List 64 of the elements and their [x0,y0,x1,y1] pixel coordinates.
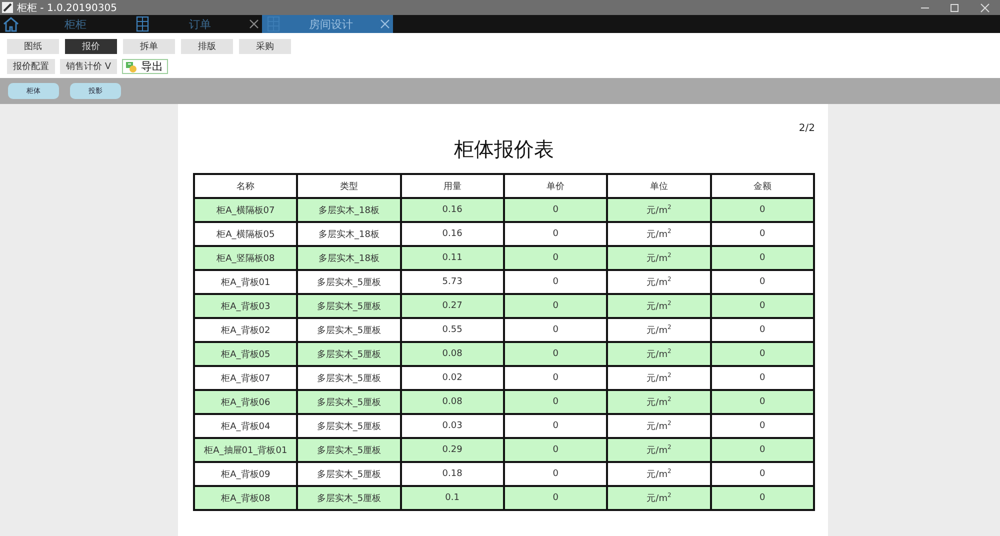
table-cell: 0 [710,294,814,318]
column-header: 用量 [400,174,504,198]
table-cell: 元/m$^{2}$ [607,342,711,366]
table-cell: 柜A_背板03 [194,294,298,318]
table-cell: 多层实木_5厘板 [297,438,401,462]
report-title: 柜体报价表 [454,136,554,163]
table-cell: 0.27 [400,294,504,318]
column-header: 单价 [504,174,608,198]
table-cell: 多层实木_5厘板 [297,486,401,510]
table-cell: 0 [504,342,608,366]
table-cell: 元/m$^{2}$ [607,246,711,270]
table-cell: 柜A_抽屉01_背板01 [194,438,298,462]
table-cell: 0 [710,198,814,222]
export-button[interactable]: 导出 [122,59,168,74]
column-header: 名称 [194,174,298,198]
window-title: 柜柜 - 1.0.20190305 [17,2,118,14]
table-cell: 多层实木_18板 [297,246,401,270]
table-cell: 0 [710,246,814,270]
table-cell: 柜A_竖隔板08 [194,246,298,270]
mode-button[interactable]: 图纸 [7,39,59,54]
table-cell: 元/m$^{2}$ [607,294,711,318]
table-cell: 柜A_背板08 [194,486,298,510]
table-cell: 0 [504,246,608,270]
page-number: 2/2 [798,123,815,134]
table-cell: 0 [710,486,814,510]
table-cell: 多层实木_5厘板 [297,342,401,366]
table-cell: 0 [710,342,814,366]
mode-button[interactable]: 采购 [239,39,291,54]
mode-button[interactable]: 报价 [65,39,117,54]
table-cell: 0 [504,438,608,462]
home-icon [2,16,20,32]
table-cell: 柜A_横隔板07 [194,198,298,222]
table-cell: 0.08 [400,390,504,414]
column-header: 单位 [607,174,711,198]
close-icon[interactable] [380,19,390,29]
toolbar-button[interactable]: 销售计价 V [60,59,118,74]
column-header: 金额 [710,174,814,198]
app-icon [2,2,13,13]
export-icon [125,60,138,72]
toolbar-button[interactable]: 报价配置 [7,59,55,74]
table-cell: 0 [710,390,814,414]
table-cell: 元/m$^{2}$ [607,198,711,222]
table-cell: 多层实木_5厘板 [297,294,401,318]
mode-button[interactable]: 排版 [181,39,233,54]
table-cell: 0 [504,390,608,414]
table-cell: 元/m$^{2}$ [607,390,711,414]
table-cell: 元/m$^{2}$ [607,486,711,510]
table-cell: 0 [504,198,608,222]
column-header: 类型 [297,174,401,198]
close-icon[interactable] [249,19,259,29]
table-cell: 0 [504,486,608,510]
table-cell: 0 [504,294,608,318]
table-cell: 多层实木_5厘板 [297,390,401,414]
mode-button[interactable]: 拆单 [123,39,175,54]
table-cell: 0.08 [400,342,504,366]
table-cell: 0 [710,438,814,462]
table-cell: 柜A_背板06 [194,390,298,414]
table-cell: 多层实木_18板 [297,198,401,222]
table-cell: 0.11 [400,246,504,270]
table-cell: 0.16 [400,198,504,222]
table-cell: 柜A_背板05 [194,342,298,366]
table-cell: 元/m$^{2}$ [607,438,711,462]
table-cell: 0.29 [400,438,504,462]
table-cell: 0.1 [400,486,504,510]
